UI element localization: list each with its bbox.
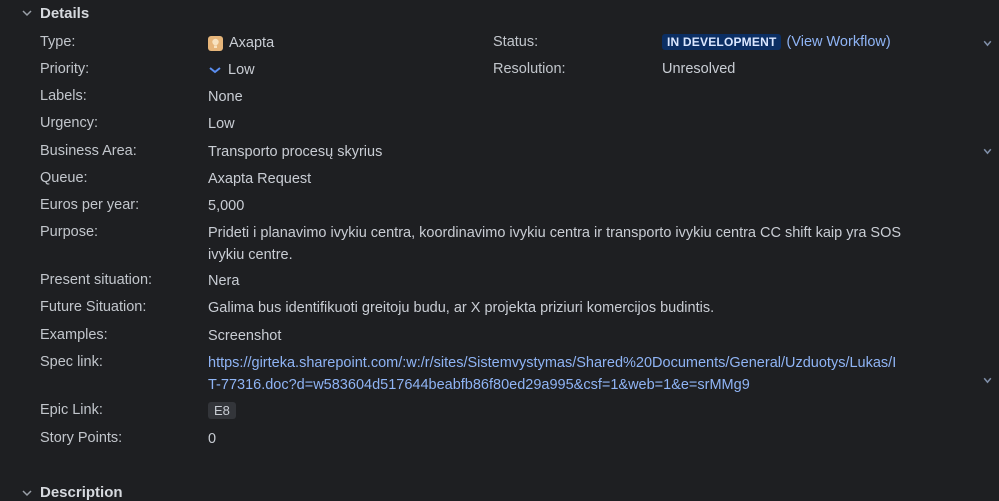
purpose-value[interactable]: Prideti i planavimo ivykiu centra, koord…	[208, 222, 908, 266]
queue-label: Queue:	[40, 170, 88, 186]
euros-value[interactable]: 5,000	[208, 195, 244, 217]
view-workflow-link[interactable]: (View Workflow)	[786, 34, 890, 50]
present-situation-value[interactable]: Nera	[208, 270, 239, 292]
spec-link-label: Spec link:	[40, 354, 103, 370]
epic-link-label: Epic Link:	[40, 402, 103, 418]
low-priority-icon	[209, 67, 221, 74]
priority-label: Priority:	[40, 61, 90, 77]
business-area-label: Business Area:	[40, 143, 137, 159]
status-label: Status:	[493, 34, 539, 50]
epic-link-chip[interactable]: E8	[208, 402, 236, 419]
priority-text: Low	[228, 62, 255, 78]
chevron-down-icon[interactable]	[982, 38, 993, 49]
description-title: Description	[40, 484, 123, 501]
chevron-down-icon	[22, 10, 32, 17]
type-text: Axapta	[229, 35, 275, 51]
type-label: Type:	[40, 34, 76, 50]
resolution-value: Unresolved	[662, 61, 736, 77]
spec-link[interactable]: https://girteka.sharepoint.com/:w:/r/sit…	[208, 352, 900, 396]
story-points-value[interactable]: 0	[208, 428, 216, 450]
present-situation-label: Present situation:	[40, 272, 153, 288]
queue-value[interactable]: Axapta Request	[208, 168, 311, 190]
section-title: Details	[40, 4, 90, 22]
examples-value[interactable]: Screenshot	[208, 325, 281, 347]
axapta-type-icon	[208, 36, 223, 51]
details-section-toggle[interactable]: Details	[22, 2, 89, 24]
future-situation-value[interactable]: Galima bus identifikuoti greitoju budu, …	[208, 297, 714, 319]
examples-label: Examples:	[40, 327, 108, 343]
chevron-down-icon[interactable]	[982, 146, 993, 157]
type-value: Axapta	[208, 32, 274, 54]
epic-link-value: E8	[208, 400, 236, 422]
status-badge[interactable]: IN DEVELOPMENT	[662, 34, 782, 50]
status-value: IN DEVELOPMENT (View Workflow)	[662, 34, 891, 50]
labels-label: Labels:	[40, 88, 87, 104]
urgency-value[interactable]: Low	[208, 113, 235, 135]
description-section-toggle[interactable]: Description	[22, 484, 123, 501]
business-area-value[interactable]: Transporto procesų skyrius	[208, 141, 382, 163]
urgency-label: Urgency:	[40, 115, 99, 131]
chevron-down-icon	[22, 489, 32, 496]
chevron-down-icon[interactable]	[982, 375, 993, 386]
labels-value[interactable]: None	[208, 86, 243, 108]
future-situation-label: Future Situation:	[40, 299, 147, 315]
priority-value: Low	[208, 59, 255, 81]
resolution-label: Resolution:	[493, 61, 566, 77]
story-points-label: Story Points:	[40, 430, 123, 446]
purpose-label: Purpose:	[40, 224, 99, 240]
euros-label: Euros per year:	[40, 197, 140, 213]
